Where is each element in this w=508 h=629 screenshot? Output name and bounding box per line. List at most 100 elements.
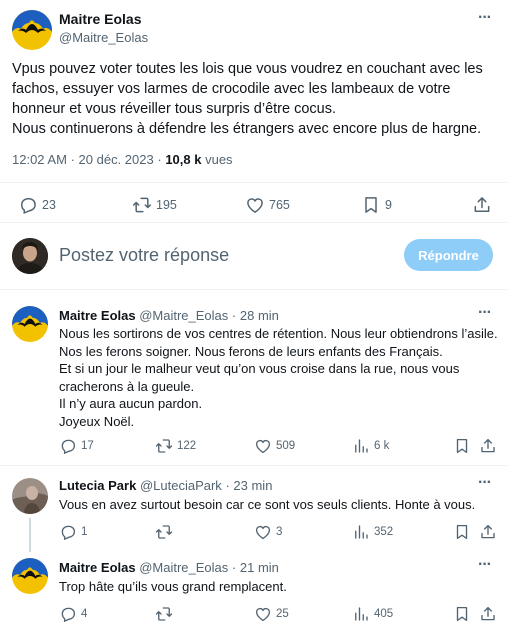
reply-time[interactable]: 28 min <box>240 308 279 323</box>
eolas-logo-icon <box>12 10 52 50</box>
reply-text: Vous en avez surtout besoin car ce sont … <box>59 497 476 512</box>
reply-time[interactable]: 23 min <box>233 478 272 493</box>
like-icon <box>254 605 272 623</box>
like-count: 765 <box>269 198 290 212</box>
views-label: vues <box>205 152 233 167</box>
reply-button[interactable]: 1 <box>59 523 87 541</box>
views-count: 405 <box>374 608 394 620</box>
meta-separator: · <box>157 152 162 167</box>
reply-count: 4 <box>81 608 88 620</box>
like-icon <box>254 523 272 541</box>
share-button[interactable] <box>479 605 497 623</box>
divider <box>0 182 508 183</box>
meta-separator: · <box>70 152 75 167</box>
bookmark-icon <box>453 605 471 623</box>
like-button[interactable]: 765 <box>245 195 290 215</box>
reply-count: 23 <box>42 198 56 212</box>
repost-icon <box>155 605 173 623</box>
share-button[interactable] <box>479 523 497 541</box>
reply-author-handle[interactable]: @Maitre_Eolas <box>139 308 228 323</box>
repost-icon <box>155 523 173 541</box>
reply-icon <box>59 605 77 623</box>
views-button[interactable]: 405 <box>352 605 393 623</box>
share-icon <box>479 605 497 623</box>
reply-header: Maitre Eolas @Maitre_Eolas · 21 min <box>59 560 279 575</box>
more-icon[interactable]: ··· <box>478 556 492 574</box>
reply-header: Lutecia Park @LuteciaPark · 23 min <box>59 478 272 493</box>
bookmark-count: 9 <box>385 198 392 212</box>
user-avatar[interactable] <box>12 238 48 274</box>
eolas-logo-icon <box>12 306 48 342</box>
views-count: 6 k <box>374 440 390 452</box>
repost-icon <box>132 195 152 215</box>
reply-icon <box>18 195 38 215</box>
views-count: 352 <box>374 526 394 538</box>
views-button[interactable]: 352 <box>352 523 393 541</box>
reply-button[interactable]: 17 <box>59 437 94 455</box>
like-icon <box>245 195 265 215</box>
repost-count: 122 <box>177 440 197 452</box>
reply-time[interactable]: 21 min <box>240 560 279 575</box>
like-button[interactable]: 509 <box>254 437 295 455</box>
reply-author-name[interactable]: Lutecia Park <box>59 478 136 493</box>
reply-avatar[interactable] <box>12 306 48 342</box>
author-handle[interactable]: @Maitre_Eolas <box>59 30 148 45</box>
bookmark-button[interactable] <box>453 523 471 541</box>
repost-button[interactable]: 122 <box>155 437 196 455</box>
header-separator: · <box>231 308 237 323</box>
tweet-time[interactable]: 12:02 AM <box>12 152 67 167</box>
views-count: 10,8 k <box>165 152 202 167</box>
tweet-date[interactable]: 20 déc. 2023 <box>79 152 154 167</box>
repost-button[interactable] <box>155 605 177 623</box>
like-button[interactable]: 25 <box>254 605 289 623</box>
reply-text: Trop hâte qu’ils vous grand remplacent. <box>59 579 287 594</box>
reply-header: Maitre Eolas @Maitre_Eolas · 28 min <box>59 308 279 323</box>
header-separator: · <box>225 478 230 493</box>
more-icon[interactable]: ··· <box>478 304 492 322</box>
reply-author-name[interactable]: Maitre Eolas <box>59 308 136 323</box>
bookmark-icon <box>361 195 381 215</box>
tweet-meta: 12:02 AM · 20 déc. 2023 · 10,8 k vues <box>12 152 233 167</box>
bookmark-button[interactable] <box>453 605 471 623</box>
like-count: 3 <box>276 526 283 538</box>
bookmark-button[interactable]: 9 <box>361 195 392 215</box>
reply-submit-button[interactable]: Répondre <box>404 239 493 271</box>
reply-button[interactable]: 23 <box>18 195 56 215</box>
header-separator: · <box>231 560 237 575</box>
reply-author-name[interactable]: Maitre Eolas <box>59 560 136 575</box>
reply-icon <box>59 437 77 455</box>
bookmark-icon <box>453 523 471 541</box>
author-avatar[interactable] <box>12 10 52 50</box>
repost-icon <box>155 437 173 455</box>
reply-input[interactable]: Postez votre réponse <box>59 245 229 266</box>
like-button[interactable]: 3 <box>254 523 282 541</box>
tweet-text: Vpus pouvez voter toutes les lois que vo… <box>12 61 483 137</box>
repost-button[interactable]: 195 <box>132 195 177 215</box>
divider <box>0 222 508 223</box>
reply-count: 1 <box>81 526 88 538</box>
share-icon <box>479 523 497 541</box>
like-icon <box>254 437 272 455</box>
reply-avatar[interactable] <box>12 558 48 594</box>
reply-author-handle[interactable]: @Maitre_Eolas <box>139 560 228 575</box>
repost-button[interactable] <box>155 523 177 541</box>
reply-avatar[interactable] <box>12 478 48 514</box>
more-icon[interactable]: ··· <box>478 474 492 492</box>
reply-text: Nous les sortirons de vos centres de rét… <box>59 326 498 429</box>
bookmark-icon <box>453 437 471 455</box>
share-button[interactable] <box>479 437 497 455</box>
like-count: 509 <box>276 440 296 452</box>
reply-author-handle[interactable]: @LuteciaPark <box>140 478 222 493</box>
bookmark-button[interactable] <box>453 437 471 455</box>
reply-icon <box>59 523 77 541</box>
views-icon <box>352 437 370 455</box>
more-icon[interactable]: ··· <box>478 9 492 27</box>
user-photo-icon <box>12 478 48 514</box>
reply-button[interactable]: 4 <box>59 605 87 623</box>
views-icon <box>352 523 370 541</box>
user-photo-icon <box>12 238 48 274</box>
views-button[interactable]: 6 k <box>352 437 389 455</box>
share-icon <box>479 437 497 455</box>
share-button[interactable] <box>472 195 492 215</box>
author-name[interactable]: Maitre Eolas <box>59 11 141 27</box>
